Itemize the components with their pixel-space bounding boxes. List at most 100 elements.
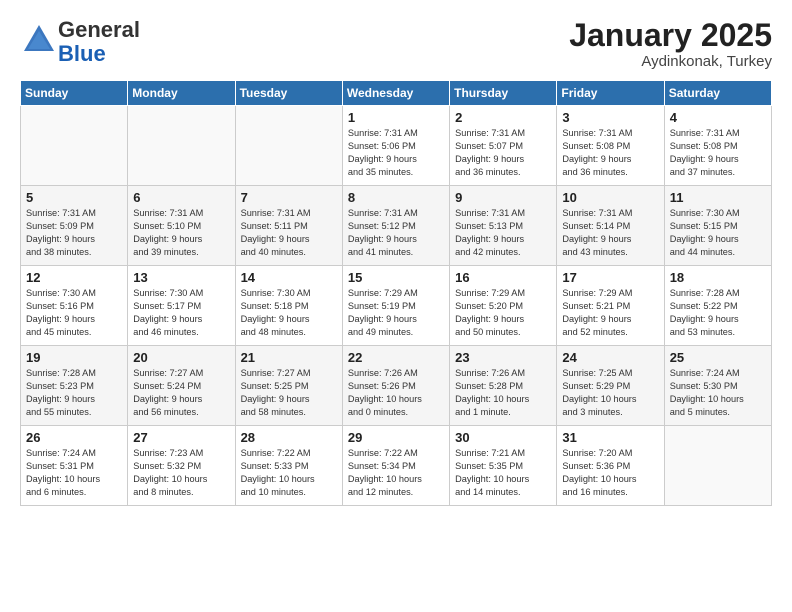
weekday-sunday: Sunday [21,81,128,106]
day-number: 25 [670,350,766,365]
day-number: 16 [455,270,551,285]
logo-text: General Blue [58,18,140,66]
calendar-cell: 19Sunrise: 7:28 AM Sunset: 5:23 PM Dayli… [21,346,128,426]
calendar-cell: 20Sunrise: 7:27 AM Sunset: 5:24 PM Dayli… [128,346,235,426]
calendar-cell [664,426,771,506]
day-number: 10 [562,190,658,205]
day-number: 7 [241,190,337,205]
calendar-cell: 27 Sunrise: 7:23 AM Sunset: 5:32 PM Dayli… [128,426,235,506]
day-number: 1 [348,110,444,125]
day-number: 21 [241,350,337,365]
day-number: 3 [562,110,658,125]
day-number: 17 [562,270,658,285]
day-content: Sunrise: 7:24 AM Sunset: 5:31 PM Dayligh… [26,447,122,499]
calendar-header: SundayMondayTuesdayWednesdayThursdayFrid… [21,81,772,106]
day-number: 11 [670,190,766,205]
calendar-cell: 22 Sunrise: 7:26 AM Sunset: 5:26 PM Dayli… [342,346,449,426]
logo: General Blue [20,18,140,66]
weekday-friday: Friday [557,81,664,106]
weekday-thursday: Thursday [450,81,557,106]
day-content: Sunrise: 7:28 AM Sunset: 5:23 PM Dayligh… [26,367,122,419]
calendar-cell: 7Sunrise: 7:31 AM Sunset: 5:11 PM Daylig… [235,186,342,266]
day-number: 27 [133,430,229,445]
calendar-cell [128,106,235,186]
calendar-cell: 11Sunrise: 7:30 AM Sunset: 5:15 PM Dayli… [664,186,771,266]
day-number: 18 [670,270,766,285]
day-number: 31 [562,430,658,445]
day-content: Sunrise: 7:31 AM Sunset: 5:14 PM Dayligh… [562,207,658,259]
weekday-saturday: Saturday [664,81,771,106]
day-content: Sunrise: 7:22 AM Sunset: 5:34 PM Dayligh… [348,447,444,499]
calendar-cell: 6 Sunrise: 7:31 AM Sunset: 5:10 PM Daylig… [128,186,235,266]
calendar-cell: 8Sunrise: 7:31 AM Sunset: 5:12 PM Daylig… [342,186,449,266]
calendar-cell: 14 Sunrise: 7:30 AM Sunset: 5:18 PM Dayli… [235,266,342,346]
day-content: Sunrise: 7:31 AM Sunset: 5:08 PM Dayligh… [670,127,766,179]
day-content: Sunrise: 7:26 AM Sunset: 5:26 PM Dayligh… [348,367,444,419]
calendar-cell: 26 Sunrise: 7:24 AM Sunset: 5:31 PM Dayli… [21,426,128,506]
day-number: 9 [455,190,551,205]
day-number: 29 [348,430,444,445]
weekday-tuesday: Tuesday [235,81,342,106]
day-number: 14 [241,270,337,285]
day-content: Sunrise: 7:31 AM Sunset: 5:10 PM Dayligh… [133,207,229,259]
calendar-cell: 31Sunrise: 7:20 AM Sunset: 5:36 PM Dayli… [557,426,664,506]
day-content: Sunrise: 7:31 AM Sunset: 5:06 PM Dayligh… [348,127,444,179]
day-content: Sunrise: 7:30 AM Sunset: 5:16 PM Dayligh… [26,287,122,339]
day-number: 6 [133,190,229,205]
calendar-cell: 13Sunrise: 7:30 AM Sunset: 5:17 PM Dayli… [128,266,235,346]
calendar-row-2: 5Sunrise: 7:31 AM Sunset: 5:09 PM Daylig… [21,186,772,266]
day-content: Sunrise: 7:27 AM Sunset: 5:25 PM Dayligh… [241,367,337,419]
calendar-cell: 4 Sunrise: 7:31 AM Sunset: 5:08 PM Daylig… [664,106,771,186]
day-content: Sunrise: 7:28 AM Sunset: 5:22 PM Dayligh… [670,287,766,339]
calendar-row-1: 1 Sunrise: 7:31 AM Sunset: 5:06 PM Daylig… [21,106,772,186]
calendar-cell: 28Sunrise: 7:22 AM Sunset: 5:33 PM Dayli… [235,426,342,506]
calendar-cell: 9Sunrise: 7:31 AM Sunset: 5:13 PM Daylig… [450,186,557,266]
page: General Blue January 2025 Aydinkonak, Tu… [0,0,792,516]
calendar-cell: 29 Sunrise: 7:22 AM Sunset: 5:34 PM Dayli… [342,426,449,506]
day-content: Sunrise: 7:29 AM Sunset: 5:20 PM Dayligh… [455,287,551,339]
calendar-cell: 3 Sunrise: 7:31 AM Sunset: 5:08 PM Daylig… [557,106,664,186]
logo-general: General [58,17,140,42]
month-year: January 2025 [569,18,772,53]
day-content: Sunrise: 7:24 AM Sunset: 5:30 PM Dayligh… [670,367,766,419]
calendar-row-3: 12 Sunrise: 7:30 AM Sunset: 5:16 PM Dayli… [21,266,772,346]
location: Aydinkonak, Turkey [569,53,772,70]
calendar-cell: 21 Sunrise: 7:27 AM Sunset: 5:25 PM Dayli… [235,346,342,426]
day-number: 26 [26,430,122,445]
calendar-cell: 1 Sunrise: 7:31 AM Sunset: 5:06 PM Daylig… [342,106,449,186]
calendar-row-5: 26 Sunrise: 7:24 AM Sunset: 5:31 PM Dayli… [21,426,772,506]
day-content: Sunrise: 7:29 AM Sunset: 5:19 PM Dayligh… [348,287,444,339]
weekday-wednesday: Wednesday [342,81,449,106]
calendar-body: 1 Sunrise: 7:31 AM Sunset: 5:06 PM Daylig… [21,106,772,506]
calendar-cell: 16 Sunrise: 7:29 AM Sunset: 5:20 PM Dayli… [450,266,557,346]
day-content: Sunrise: 7:31 AM Sunset: 5:12 PM Dayligh… [348,207,444,259]
logo-blue: Blue [58,41,106,66]
calendar-cell: 24Sunrise: 7:25 AM Sunset: 5:29 PM Dayli… [557,346,664,426]
day-content: Sunrise: 7:22 AM Sunset: 5:33 PM Dayligh… [241,447,337,499]
calendar-cell: 2Sunrise: 7:31 AM Sunset: 5:07 PM Daylig… [450,106,557,186]
day-number: 12 [26,270,122,285]
day-number: 13 [133,270,229,285]
calendar-cell: 10 Sunrise: 7:31 AM Sunset: 5:14 PM Dayli… [557,186,664,266]
day-number: 2 [455,110,551,125]
day-number: 4 [670,110,766,125]
calendar-cell [21,106,128,186]
day-content: Sunrise: 7:23 AM Sunset: 5:32 PM Dayligh… [133,447,229,499]
day-content: Sunrise: 7:30 AM Sunset: 5:18 PM Dayligh… [241,287,337,339]
calendar-cell: 12 Sunrise: 7:30 AM Sunset: 5:16 PM Dayli… [21,266,128,346]
calendar-cell: 15Sunrise: 7:29 AM Sunset: 5:19 PM Dayli… [342,266,449,346]
day-content: Sunrise: 7:29 AM Sunset: 5:21 PM Dayligh… [562,287,658,339]
calendar-cell: 30Sunrise: 7:21 AM Sunset: 5:35 PM Dayli… [450,426,557,506]
header: General Blue January 2025 Aydinkonak, Tu… [20,18,772,70]
calendar-table: SundayMondayTuesdayWednesdayThursdayFrid… [20,80,772,506]
day-content: Sunrise: 7:26 AM Sunset: 5:28 PM Dayligh… [455,367,551,419]
calendar-row-4: 19Sunrise: 7:28 AM Sunset: 5:23 PM Dayli… [21,346,772,426]
calendar-cell: 17 Sunrise: 7:29 AM Sunset: 5:21 PM Dayli… [557,266,664,346]
day-number: 22 [348,350,444,365]
calendar-cell: 23Sunrise: 7:26 AM Sunset: 5:28 PM Dayli… [450,346,557,426]
day-number: 20 [133,350,229,365]
calendar-cell: 25 Sunrise: 7:24 AM Sunset: 5:30 PM Dayli… [664,346,771,426]
weekday-monday: Monday [128,81,235,106]
day-content: Sunrise: 7:31 AM Sunset: 5:08 PM Dayligh… [562,127,658,179]
weekday-header-row: SundayMondayTuesdayWednesdayThursdayFrid… [21,81,772,106]
